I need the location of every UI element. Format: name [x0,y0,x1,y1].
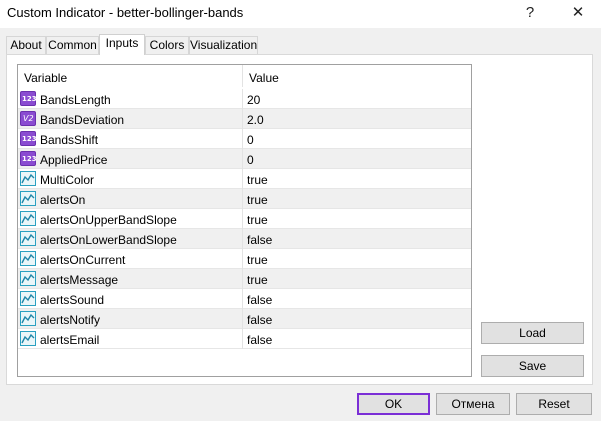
param-name: MultiColor [40,173,95,187]
table-row[interactable]: 123 BandsLength 20 [18,89,471,109]
int-param-icon: 123 [20,151,37,166]
column-separator [242,269,243,289]
param-name: BandsLength [40,93,111,107]
param-value[interactable]: false [247,233,272,247]
bool-param-icon [20,211,36,226]
bool-param-icon [20,251,36,266]
param-name: BandsShift [40,133,99,147]
param-value[interactable]: true [247,193,268,207]
inputs-grid[interactable]: Variable Value 123 BandsLength 20 V2 BandsDe… [17,64,472,377]
param-value[interactable]: true [247,213,268,227]
bool-param-icon [20,171,36,186]
param-name: alertsSound [40,293,105,307]
column-separator [242,209,243,229]
param-name: BandsDeviation [40,113,125,127]
table-row[interactable]: 123 AppliedPrice 0 [18,149,471,169]
bool-param-icon [20,331,36,346]
param-name: alertsNotify [40,313,101,327]
column-separator [242,289,243,309]
table-row[interactable]: V2 BandsDeviation 2.0 [18,109,471,129]
param-value[interactable]: true [247,273,268,287]
tab-common[interactable]: Common [46,36,99,54]
param-value[interactable]: false [247,313,272,327]
column-separator [242,309,243,329]
ok-button[interactable]: OK [357,393,430,415]
close-button[interactable]: ✕ [558,0,598,28]
tab-visualization[interactable]: Visualization [189,36,258,54]
reset-button[interactable]: Reset [516,393,592,415]
param-name: alertsOn [40,193,86,207]
table-row[interactable]: alertsNotify false [18,309,471,329]
column-separator [242,249,243,269]
bool-param-icon [20,291,36,306]
int-param-icon: 123 [20,131,37,146]
int-icon-text: 123 [22,155,37,163]
double-param-icon: V2 [20,111,36,126]
param-value[interactable]: true [247,253,268,267]
column-separator [242,89,243,109]
header-value: Value [249,71,279,85]
bool-param-icon [20,271,36,286]
table-row[interactable]: MultiColor true [18,169,471,189]
column-separator [242,129,243,149]
bool-param-icon [20,191,36,206]
table-row[interactable]: alertsOnLowerBandSlope false [18,229,471,249]
bool-param-icon [20,311,36,326]
tab-about[interactable]: About [6,36,46,54]
bool-param-icon [20,231,36,246]
table-row[interactable]: alertsEmail false [18,329,471,349]
param-name: alertsOnLowerBandSlope [40,233,177,247]
table-row[interactable]: alertsOnCurrent true [18,249,471,269]
table-row[interactable]: alertsSound false [18,289,471,309]
param-value[interactable]: false [247,333,272,347]
title-bar: Custom Indicator - better-bollinger-band… [0,0,601,28]
param-value[interactable]: false [247,293,272,307]
header-variable: Variable [24,71,68,85]
table-row[interactable]: alertsMessage true [18,269,471,289]
save-button[interactable]: Save [481,355,584,377]
column-separator [242,189,243,209]
table-row[interactable]: alertsOn true [18,189,471,209]
param-value[interactable]: 2.0 [247,113,264,127]
header-separator [242,65,243,87]
int-icon-text: 123 [22,95,37,103]
column-separator [242,109,243,129]
table-row[interactable]: 123 BandsShift 0 [18,129,471,149]
int-param-icon: 123 [20,91,37,106]
param-name: alertsOnCurrent [40,253,126,267]
window-title: Custom Indicator - better-bollinger-band… [7,5,244,20]
param-value[interactable]: 0 [247,153,254,167]
param-name: alertsMessage [40,273,119,287]
help-button[interactable]: ? [510,0,550,28]
grid-header: Variable Value [18,65,471,87]
tab-colors[interactable]: Colors [145,36,189,54]
column-separator [242,169,243,189]
param-name: AppliedPrice [40,153,108,167]
column-separator [242,229,243,249]
param-value[interactable]: true [247,173,268,187]
load-button[interactable]: Load [481,322,584,344]
column-separator [242,329,243,349]
param-name: alertsOnUpperBandSlope [40,213,177,227]
param-name: alertsEmail [40,333,100,347]
cancel-button[interactable]: Отмена [436,393,510,415]
param-value[interactable]: 20 [247,93,260,107]
table-row[interactable]: alertsOnUpperBandSlope true [18,209,471,229]
column-separator [242,149,243,169]
int-icon-text: 123 [22,135,37,143]
tab-inputs[interactable]: Inputs [99,34,145,55]
param-value[interactable]: 0 [247,133,254,147]
double-icon-text: V2 [23,114,34,123]
